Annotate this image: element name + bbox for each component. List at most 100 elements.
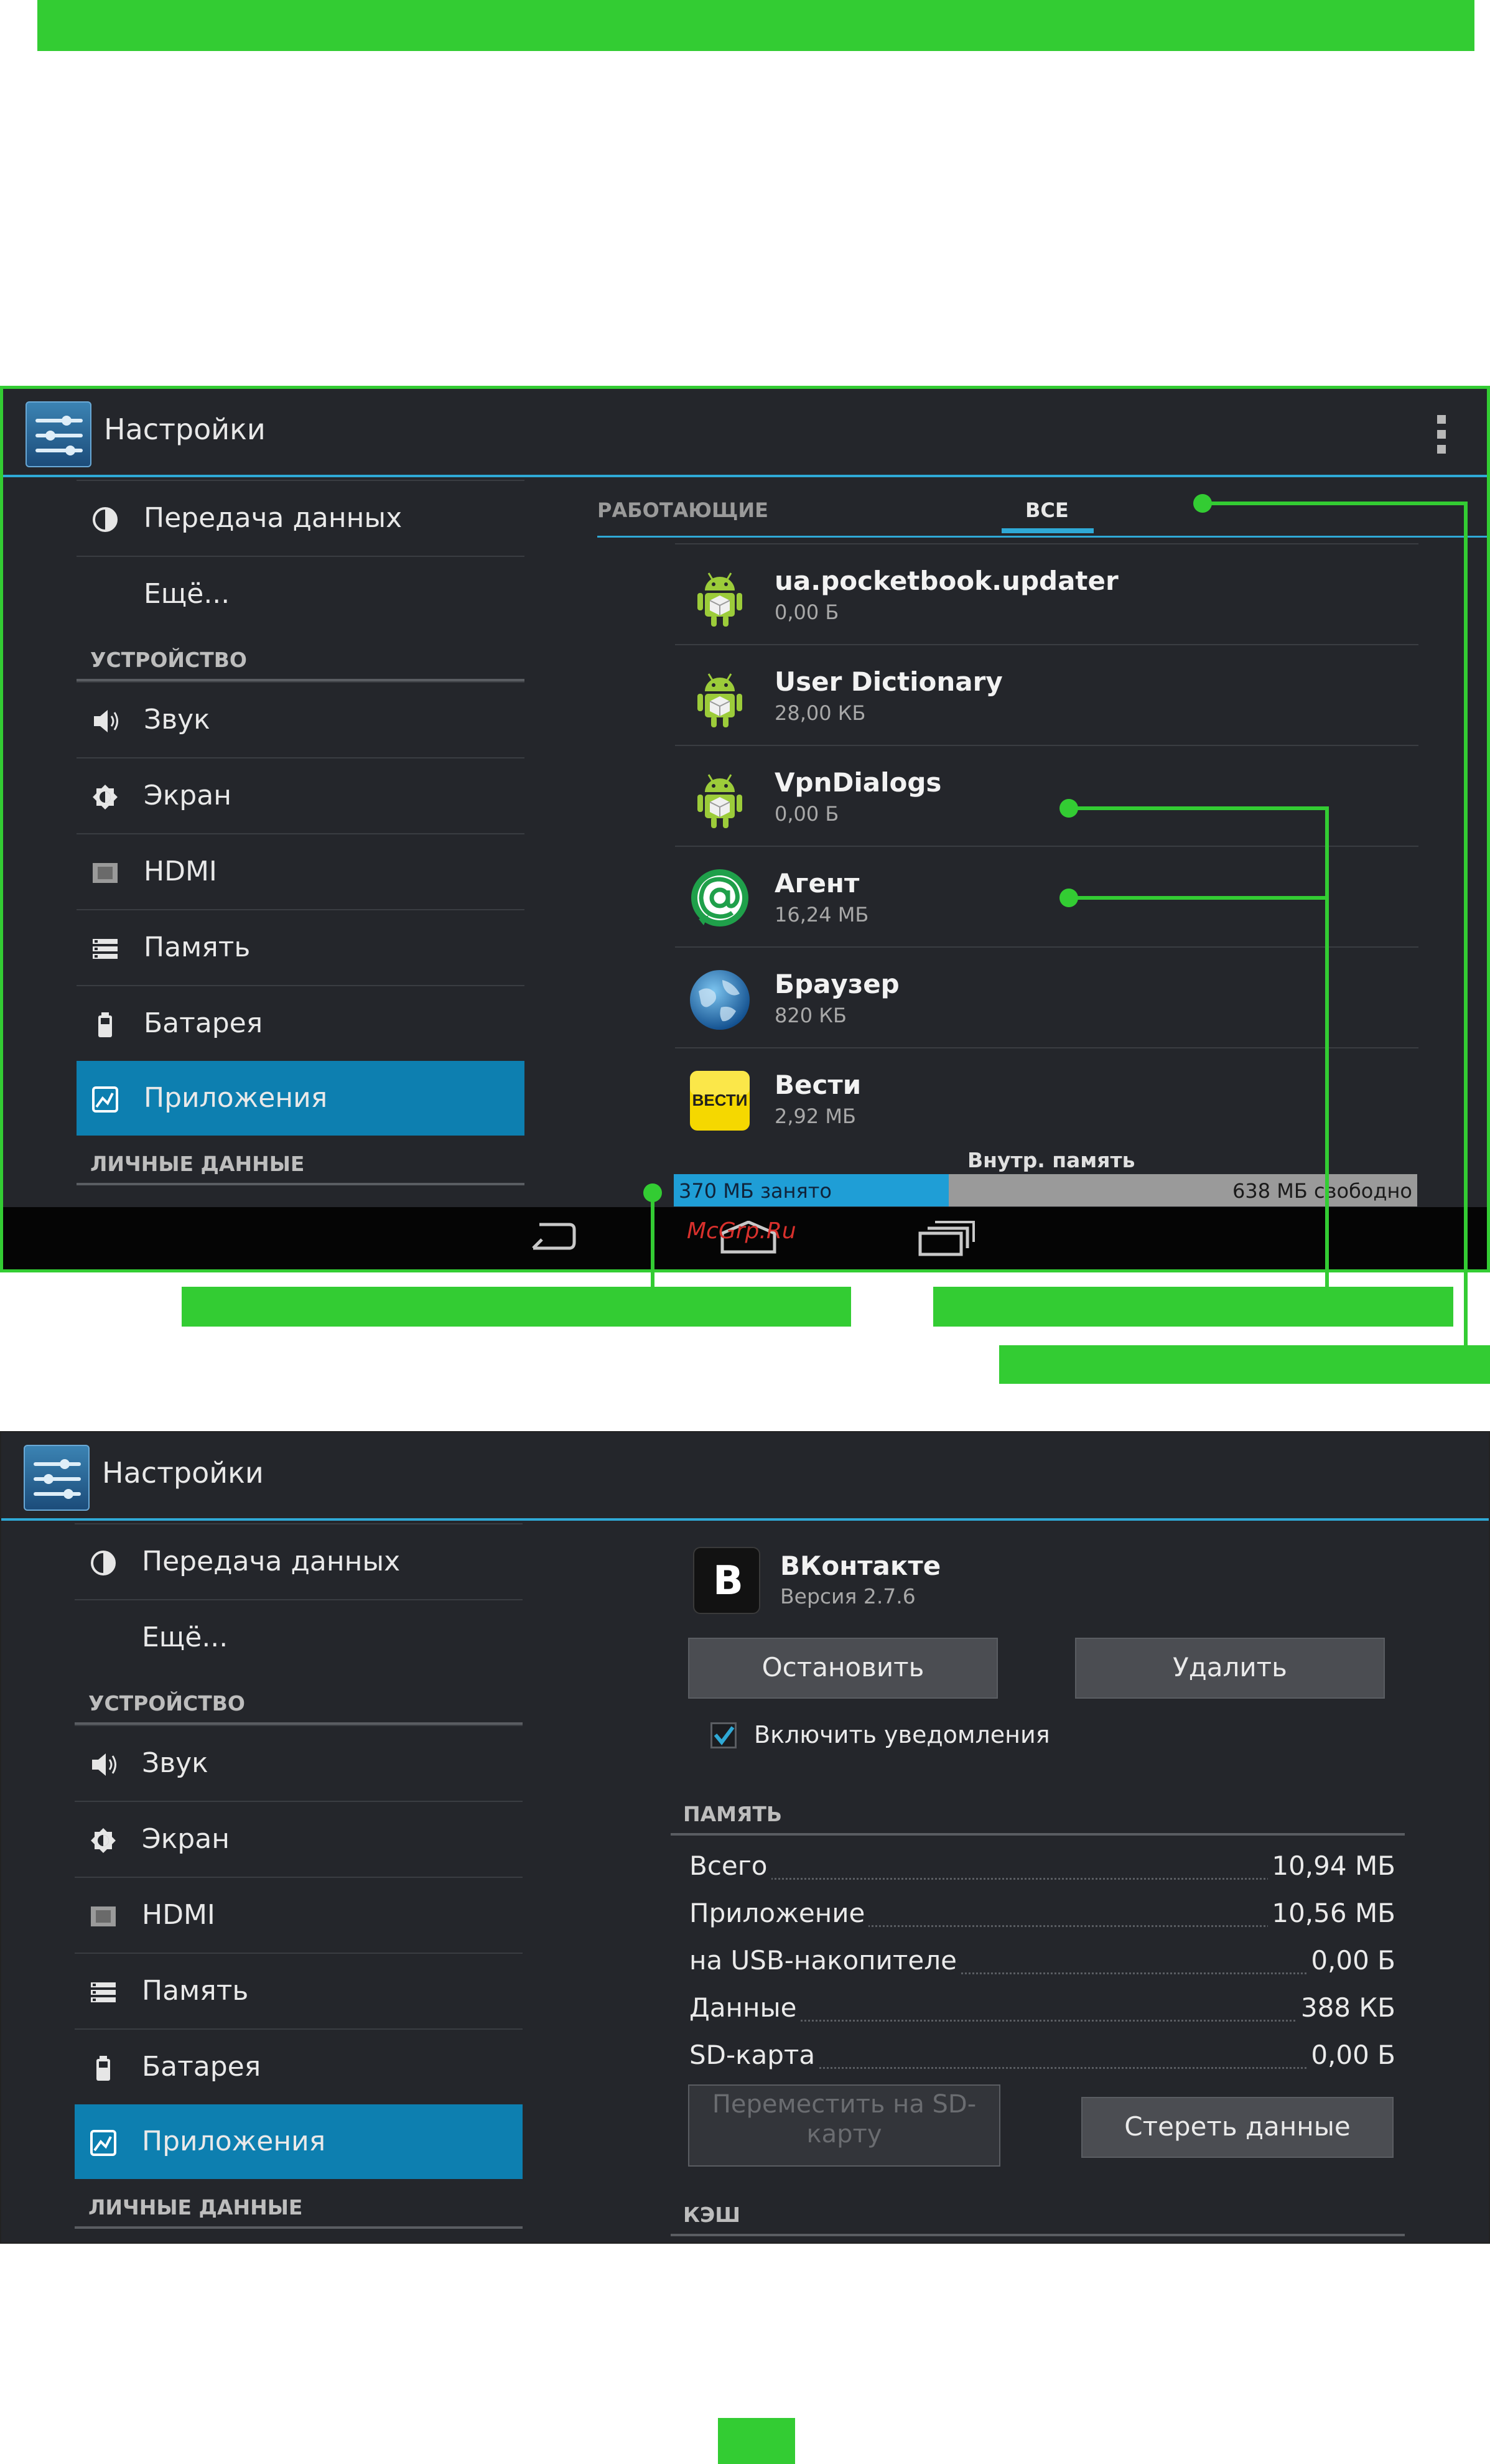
app-name: ВКонтакте [780, 1551, 941, 1581]
app-name: ua.pocketbook.updater [775, 566, 1119, 596]
sidebar-item-hdmi[interactable]: HDMI [77, 833, 524, 909]
stop-button[interactable]: Остановить [688, 1638, 998, 1699]
hdmi-icon [91, 859, 119, 887]
sidebar-item-звук[interactable]: Звук [77, 681, 524, 757]
tab-indicator [1002, 528, 1094, 533]
sidebar-item-экран[interactable]: Экран [75, 1801, 523, 1877]
callout-line-vpn [1069, 806, 1329, 810]
sidebar-item-label: Память [142, 1975, 249, 2007]
storage-used-text: 370 МБ занято [679, 1179, 832, 1203]
android-icon [686, 563, 753, 630]
memory-row: на USB-накопителе 0,00 Б [689, 1945, 1395, 1982]
settings-app-icon-2[interactable] [24, 1445, 90, 1511]
list-item[interactable]: User Dictionary 28,00 КБ [675, 644, 1418, 745]
apps-icon [90, 2129, 117, 2157]
agent-at-icon [686, 866, 753, 933]
vk-app-icon: B [693, 1547, 760, 1614]
back-icon[interactable] [521, 1221, 577, 1256]
memory-row: Приложение 10,56 МБ [689, 1898, 1395, 1935]
callout-line-agent [1069, 896, 1329, 900]
list-item[interactable]: ВЕСТИ Вести 2,92 МБ [675, 1047, 1418, 1148]
app-list: ua.pocketbook.updater 0,00 Б User Dictiona… [675, 543, 1418, 1148]
battery-icon [91, 1011, 119, 1038]
settings-sidebar-2: Передача данных Ещё... УСТРОЙСТВО Звук Экран… [75, 1523, 523, 2229]
sidebar-header-label: ЛИЧНЫЕ ДАННЫЕ [90, 1152, 305, 1176]
memory-row-value: 0,00 Б [1307, 2040, 1395, 2070]
app-name: User Dictionary [775, 666, 1003, 697]
notify-label: Включить уведомления [754, 1721, 1050, 1748]
storage-icon [90, 1979, 117, 2006]
sidebar-item-label: Память [144, 931, 251, 963]
android-icon [686, 765, 753, 832]
sidebar-item-label: Передача данных [144, 502, 403, 534]
checkmark-icon [714, 1726, 735, 1745]
sidebar-item-label: Ещё... [144, 578, 230, 610]
sidebar-item-label: HDMI [144, 856, 217, 887]
memory-row: Данные 388 КБ [689, 1992, 1395, 2030]
list-item[interactable]: ua.pocketbook.updater 0,00 Б [675, 543, 1418, 644]
speaker-icon [90, 1751, 117, 1778]
recent-apps-icon[interactable] [918, 1220, 975, 1257]
tab-running[interactable]: РАБОТАЮЩИЕ [597, 498, 768, 522]
app-size: 16,24 МБ [775, 903, 869, 926]
memory-row: Всего 10,94 МБ [689, 1850, 1395, 1888]
sidebar-item-батарея[interactable]: Батарея [77, 985, 524, 1061]
sidebar-item-память[interactable]: Память [77, 909, 524, 985]
sidebar-item-звук[interactable]: Звук [75, 1725, 523, 1801]
sidebar-item-приложения[interactable]: Приложения [75, 2104, 523, 2179]
cache-divider [671, 2234, 1405, 2236]
storage-label: Внутр. память [967, 1148, 1135, 1172]
sidebar-item-батарея[interactable]: Батарея [75, 2028, 523, 2104]
settings-app-icon[interactable] [26, 401, 91, 467]
tab-all[interactable]: ВСЕ [1025, 498, 1069, 522]
bottom-page-marker [718, 2418, 795, 2464]
list-item[interactable]: Браузер 820 КБ [675, 946, 1418, 1047]
app-name: Браузер [775, 969, 900, 999]
overflow-menu-icon[interactable] [1437, 415, 1446, 460]
app-size: 2,92 МБ [775, 1104, 856, 1128]
watermark: McGrp.Ru [687, 1218, 796, 1244]
sidebar-item-память[interactable]: Память [75, 1953, 523, 2028]
sidebar-header-9: ЛИЧНЫЕ ДАННЫЕ [77, 1136, 524, 1185]
callout-line-tab-v [1464, 502, 1468, 1350]
memory-row: SD-карта 0,00 Б [689, 2040, 1395, 2077]
sidebar-header-label: ЛИЧНЫЕ ДАННЫЕ [88, 2195, 303, 2219]
memory-row-label: SD-карта [689, 2040, 819, 2070]
apps-icon [91, 1086, 119, 1113]
move-to-sd-button[interactable]: Переместить на SD-карту [688, 2084, 1000, 2167]
sidebar-item-передача-данных[interactable]: Передача данных [77, 480, 524, 556]
sidebar-item-передача-данных[interactable]: Передача данных [75, 1523, 523, 1599]
sidebar-item-ещё[interactable]: Ещё... [75, 1599, 523, 1675]
sidebar-item-label: Батарея [142, 2051, 261, 2083]
storage-free-text: 638 МБ свободно [1232, 1179, 1412, 1203]
sidebar-header-label: УСТРОЙСТВО [90, 648, 247, 672]
sidebar-item-ещё[interactable]: Ещё... [77, 556, 524, 632]
sidebar-item-label: Ещё... [142, 1622, 228, 1653]
notify-checkbox[interactable] [710, 1722, 737, 1748]
screenshot-app-info: Настройки Передача данных Ещё... УСТРОЙСТВ… [0, 1431, 1490, 2244]
sidebar-header-2: УСТРОЙСТВО [77, 632, 524, 681]
app-size: 0,00 Б [775, 802, 839, 826]
sidebar-item-экран[interactable]: Экран [77, 757, 524, 833]
list-item[interactable]: VpnDialogs 0,00 Б [675, 745, 1418, 846]
sidebar-item-hdmi[interactable]: HDMI [75, 1877, 523, 1953]
sidebar-header-9: ЛИЧНЫЕ ДАННЫЕ [75, 2179, 523, 2229]
callout-line-apps-v [1325, 806, 1329, 1289]
action-bar-2: Настройки [1, 1432, 1489, 1521]
app-size: 820 КБ [775, 1004, 847, 1027]
sidebar-item-приложения[interactable]: Приложения [77, 1061, 524, 1136]
sidebar-item-label: Звук [144, 704, 210, 735]
settings-sidebar: Передача данных Ещё... УСТРОЙСТВО Звук Экран… [77, 480, 524, 1185]
callout-box-storage [182, 1287, 851, 1327]
memory-row-value: 0,00 Б [1307, 1945, 1395, 1976]
hdmi-icon [90, 1903, 117, 1930]
sidebar-item-label: Звук [142, 1747, 208, 1779]
clear-data-button[interactable]: Стереть данные [1081, 2097, 1394, 2158]
uninstall-button[interactable]: Удалить [1075, 1638, 1385, 1699]
brightness-icon [91, 783, 119, 811]
sidebar-item-label: Приложения [142, 2126, 326, 2157]
top-green-bar [37, 0, 1474, 51]
sidebar-item-label: HDMI [142, 1899, 215, 1931]
storage-bar: 370 МБ занято 638 МБ свободно [674, 1174, 1417, 1206]
app-size: 28,00 КБ [775, 701, 866, 725]
